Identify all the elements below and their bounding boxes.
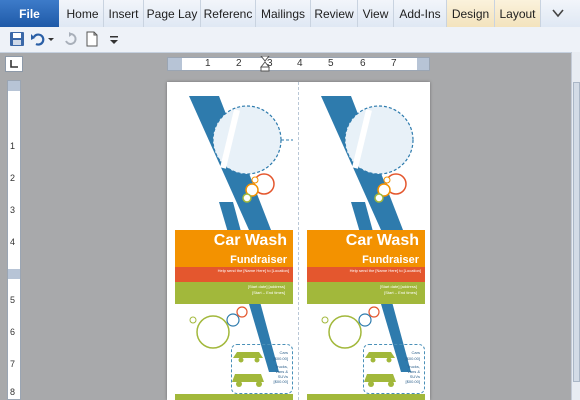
customize-qat-icon[interactable]	[108, 31, 124, 47]
chevron-down-icon[interactable]	[551, 6, 565, 23]
ruler-left-margin	[168, 58, 182, 70]
price-label: Trucks, Vans & SUVs	[275, 364, 288, 379]
ruler-row-marker	[8, 269, 20, 279]
flyer-red-text: Help send the [Name Here] to [Location]	[349, 268, 421, 273]
tab-insert[interactable]: Insert	[104, 0, 144, 27]
ruler-number: 8	[10, 387, 16, 397]
ruler-number: 2	[236, 58, 242, 69]
tab-add-ins[interactable]: Add-Ins	[394, 0, 447, 27]
tab-selector[interactable]	[5, 56, 23, 72]
price-value: [$00.00]	[405, 379, 420, 384]
tab-references[interactable]: Referenc	[201, 0, 256, 27]
tab-mailings[interactable]: Mailings	[256, 0, 311, 27]
tab-home[interactable]: Home	[62, 0, 104, 27]
footer-band	[175, 394, 293, 400]
tab-review[interactable]: Review	[311, 0, 358, 27]
ruler-number: 1	[205, 58, 211, 69]
price-value: [$00.00]	[273, 379, 288, 384]
ruler-number: 7	[10, 359, 16, 369]
undo-icon[interactable]	[30, 31, 46, 47]
price-value: [$00.00]	[273, 356, 288, 361]
door-hanger-right[interactable]: Car Wash Fundraiser Help send the [Name …	[307, 82, 425, 400]
vertical-ruler[interactable]: 1 2 3 4 5 6 7 8	[7, 80, 21, 400]
ruler-number: 2	[10, 173, 16, 183]
ruler-number: 7	[391, 58, 397, 69]
quick-access-toolbar	[0, 27, 580, 53]
flyer-subtitle: Fundraiser	[362, 254, 419, 266]
flyer-green-text: [Start date] [address] [Start – End time…	[379, 284, 417, 295]
tab-view[interactable]: View	[358, 0, 394, 27]
ruler-number: 5	[328, 58, 334, 69]
flyer-green-text: [Start date] [address] [Start – End time…	[247, 284, 285, 295]
ruler-number: 1	[10, 141, 16, 151]
flyer-title: Car Wash	[345, 232, 419, 249]
save-icon[interactable]	[9, 31, 25, 47]
door-hanger-left[interactable]: Car Wash Fundraiser Help send the [Name …	[175, 82, 293, 400]
fold-line	[298, 82, 299, 400]
document-page[interactable]: Car Wash Fundraiser Help send the [Name …	[167, 82, 430, 400]
price-label: Cars	[411, 350, 420, 355]
tab-design[interactable]: Design	[447, 0, 495, 27]
tab-page-layout[interactable]: Page Lay	[144, 0, 201, 27]
flyer-subtitle: Fundraiser	[230, 254, 287, 266]
ruler-number: 4	[10, 237, 16, 247]
horizontal-ruler[interactable]: 1 2 3 4 5 6 7	[167, 55, 430, 72]
price-value: [$00.00]	[405, 356, 420, 361]
price-label: Trucks, Vans & SUVs	[407, 364, 420, 379]
ruler-right-margin	[417, 58, 429, 70]
flyer-title: Car Wash	[213, 232, 287, 249]
new-document-icon[interactable]	[84, 31, 100, 47]
ruler-number: 6	[10, 327, 16, 337]
ruler-number: 5	[10, 295, 16, 305]
tab-layout[interactable]: Layout	[495, 0, 541, 27]
vertical-scrollbar[interactable]	[571, 52, 580, 400]
redo-icon[interactable]	[62, 31, 78, 47]
file-tab[interactable]: File	[0, 0, 59, 27]
ruler-number: 6	[360, 58, 366, 69]
price-label: Cars	[279, 350, 288, 355]
undo-dropdown-icon[interactable]	[47, 31, 55, 47]
indent-marker-icon[interactable]	[259, 55, 271, 77]
ruler-number: 3	[10, 205, 16, 215]
ribbon-tab-bar: File Home Insert Page Lay Referenc Maili…	[0, 0, 580, 28]
footer-band	[307, 394, 425, 400]
ruler-top-margin	[8, 81, 20, 91]
flyer-red-text: Help send the [Name Here] to [Location]	[217, 268, 289, 273]
scrollbar-thumb[interactable]	[573, 82, 580, 382]
ruler-number: 4	[297, 58, 303, 69]
